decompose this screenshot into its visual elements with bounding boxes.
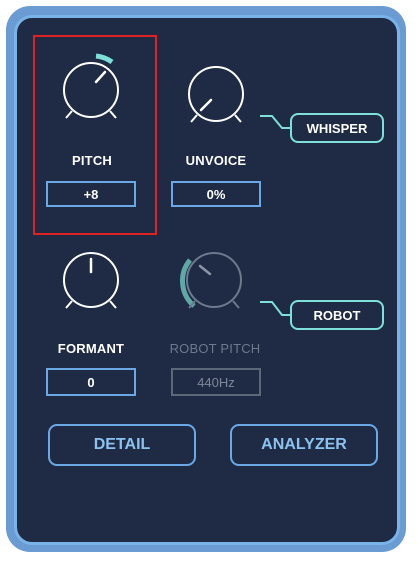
robot-pitch-value-field[interactable]: 440Hz <box>171 368 261 396</box>
robot-pitch-knob[interactable] <box>172 242 252 322</box>
whisper-toggle[interactable]: WHISPER <box>290 113 384 143</box>
unvoice-knob[interactable] <box>176 56 256 136</box>
formant-knob[interactable] <box>52 242 132 322</box>
robot-toggle[interactable]: ROBOT <box>290 300 384 330</box>
formant-label: FORMANT <box>57 341 125 356</box>
unvoice-label: UNVOICE <box>185 153 247 168</box>
robot-pitch-label: ROBOT PITCH <box>169 341 261 356</box>
detail-button[interactable]: DETAIL <box>48 424 196 466</box>
formant-value-field[interactable]: 0 <box>46 368 136 396</box>
unvoice-value-field[interactable]: 0% <box>171 181 261 207</box>
analyzer-button[interactable]: ANALYZER <box>230 424 378 466</box>
selection-highlight <box>33 35 157 235</box>
